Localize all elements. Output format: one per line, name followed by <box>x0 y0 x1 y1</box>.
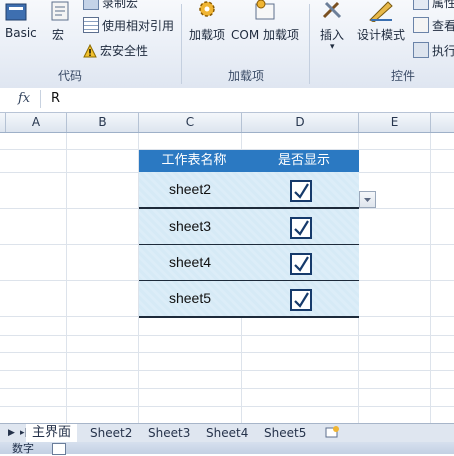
status-macro-icon[interactable] <box>52 443 66 455</box>
check-icon <box>294 220 309 236</box>
insert-control-label: 插入 <box>320 28 345 42</box>
tab-sheet3[interactable]: Sheet3 <box>142 424 196 442</box>
sheet-name-cell[interactable]: sheet5 <box>139 281 241 316</box>
sheet-name-header[interactable]: 工作表名称 <box>139 150 249 172</box>
macro-security-label: 宏安全性 <box>100 44 149 58</box>
visibility-checkbox[interactable] <box>290 289 312 311</box>
record-macro-label: 录制宏 <box>102 0 139 10</box>
tools-icon <box>322 1 342 19</box>
macros-button[interactable]: 宏 <box>44 0 74 60</box>
column-header-e[interactable]: E <box>359 113 431 132</box>
column-header-d[interactable]: D <box>242 113 359 132</box>
column-header-c[interactable]: C <box>139 113 242 132</box>
visibility-checkbox[interactable] <box>290 180 312 202</box>
addins-button[interactable]: 加载项 <box>186 0 228 60</box>
check-icon <box>294 256 309 272</box>
visibility-header[interactable]: 是否显示 <box>249 150 359 172</box>
relative-reference-label: 使用相对引用 <box>102 19 175 33</box>
view-code-label: 查看 <box>432 19 454 33</box>
sheet-tabs-bar: ▶ ▸| 主界面 Sheet2 Sheet3 Sheet4 Sheet5 <box>0 423 454 443</box>
com-addins-button[interactable]: COM 加载项 <box>230 0 304 60</box>
run-dialog-label: 执行 <box>432 44 454 58</box>
check-icon <box>294 292 309 308</box>
code-group-title: 代码 <box>57 69 82 83</box>
addins-label: 加载项 <box>189 28 226 42</box>
com-addins-label: COM 加载项 <box>231 28 299 42</box>
row-line <box>0 388 454 389</box>
table-row[interactable]: sheet2 <box>139 172 359 209</box>
visual-basic-label: Basic <box>5 26 37 40</box>
column-header-a[interactable]: A <box>6 113 67 132</box>
run-dialog-button[interactable]: 执行 <box>413 42 454 59</box>
column-line <box>66 133 67 423</box>
sheet-name-cell[interactable]: sheet2 <box>139 172 241 207</box>
addins-group-title: 加载项 <box>227 69 264 83</box>
row-line <box>0 406 454 407</box>
controls-group-title: 控件 <box>390 69 415 83</box>
new-sheet-icon <box>325 426 339 438</box>
visual-basic-button[interactable]: Basic <box>0 0 42 60</box>
visibility-checkbox[interactable] <box>290 217 312 239</box>
status-bar: 数字 <box>0 442 454 455</box>
record-macro-icon <box>83 0 99 10</box>
ribbon: Basic 宏 录制宏 使用相对引用 宏安全性 代码 加载项 COM 加载项 加… <box>0 0 454 89</box>
record-macro-button[interactable]: 录制宏 <box>83 0 138 11</box>
macro-security-button[interactable]: 宏安全性 <box>83 42 148 59</box>
design-mode-button[interactable]: 设计模式 <box>356 0 408 60</box>
chevron-down-icon: ▾ <box>330 42 335 52</box>
sheet-table-header: 工作表名称 是否显示 <box>139 150 359 172</box>
com-addins-icon <box>255 0 275 20</box>
properties-button[interactable]: 属性 <box>413 0 454 11</box>
group-separator <box>309 4 310 84</box>
sheet-name-cell[interactable]: sheet4 <box>139 245 241 280</box>
formula-input[interactable]: R <box>40 90 454 108</box>
row-line <box>0 370 454 371</box>
visibility-checkbox[interactable] <box>290 253 312 275</box>
tab-sheet5[interactable]: Sheet5 <box>258 424 312 442</box>
tab-sheet4[interactable]: Sheet4 <box>200 424 254 442</box>
chevron-down-icon <box>364 198 371 202</box>
warning-icon <box>83 44 97 58</box>
view-code-button[interactable]: 查看 <box>413 17 454 34</box>
design-mode-label: 设计模式 <box>357 28 406 42</box>
view-code-icon <box>413 17 429 33</box>
column-header-row: A B C D E <box>0 113 454 133</box>
table-row[interactable]: sheet5 <box>139 281 359 318</box>
relative-reference-icon <box>83 17 99 33</box>
macros-label: 宏 <box>52 28 65 42</box>
function-icon[interactable]: fx <box>18 91 30 106</box>
macros-icon <box>51 1 69 21</box>
dropdown-arrow-button[interactable] <box>359 191 376 208</box>
column-line <box>430 133 431 423</box>
insert-control-button[interactable]: 插入 ▾ <box>316 0 350 60</box>
design-mode-icon <box>369 1 393 22</box>
gear-icon <box>199 1 215 17</box>
row-line <box>0 352 454 353</box>
table-row[interactable]: sheet3 <box>139 209 359 246</box>
sheet-name-cell[interactable]: sheet3 <box>139 209 241 244</box>
column-header-b[interactable]: B <box>67 113 139 132</box>
properties-label: 属性 <box>432 0 454 10</box>
row-line <box>0 335 454 336</box>
table-row[interactable]: sheet4 <box>139 245 359 282</box>
check-icon <box>294 183 309 199</box>
tab-sheet2[interactable]: Sheet2 <box>84 424 138 442</box>
relative-reference-button[interactable]: 使用相对引用 <box>83 17 174 34</box>
run-dialog-icon <box>413 42 429 58</box>
group-separator <box>181 4 182 84</box>
properties-icon <box>413 0 429 10</box>
formula-bar: fx R <box>0 88 454 113</box>
visual-basic-icon <box>5 3 27 21</box>
insert-sheet-button[interactable] <box>318 424 346 442</box>
